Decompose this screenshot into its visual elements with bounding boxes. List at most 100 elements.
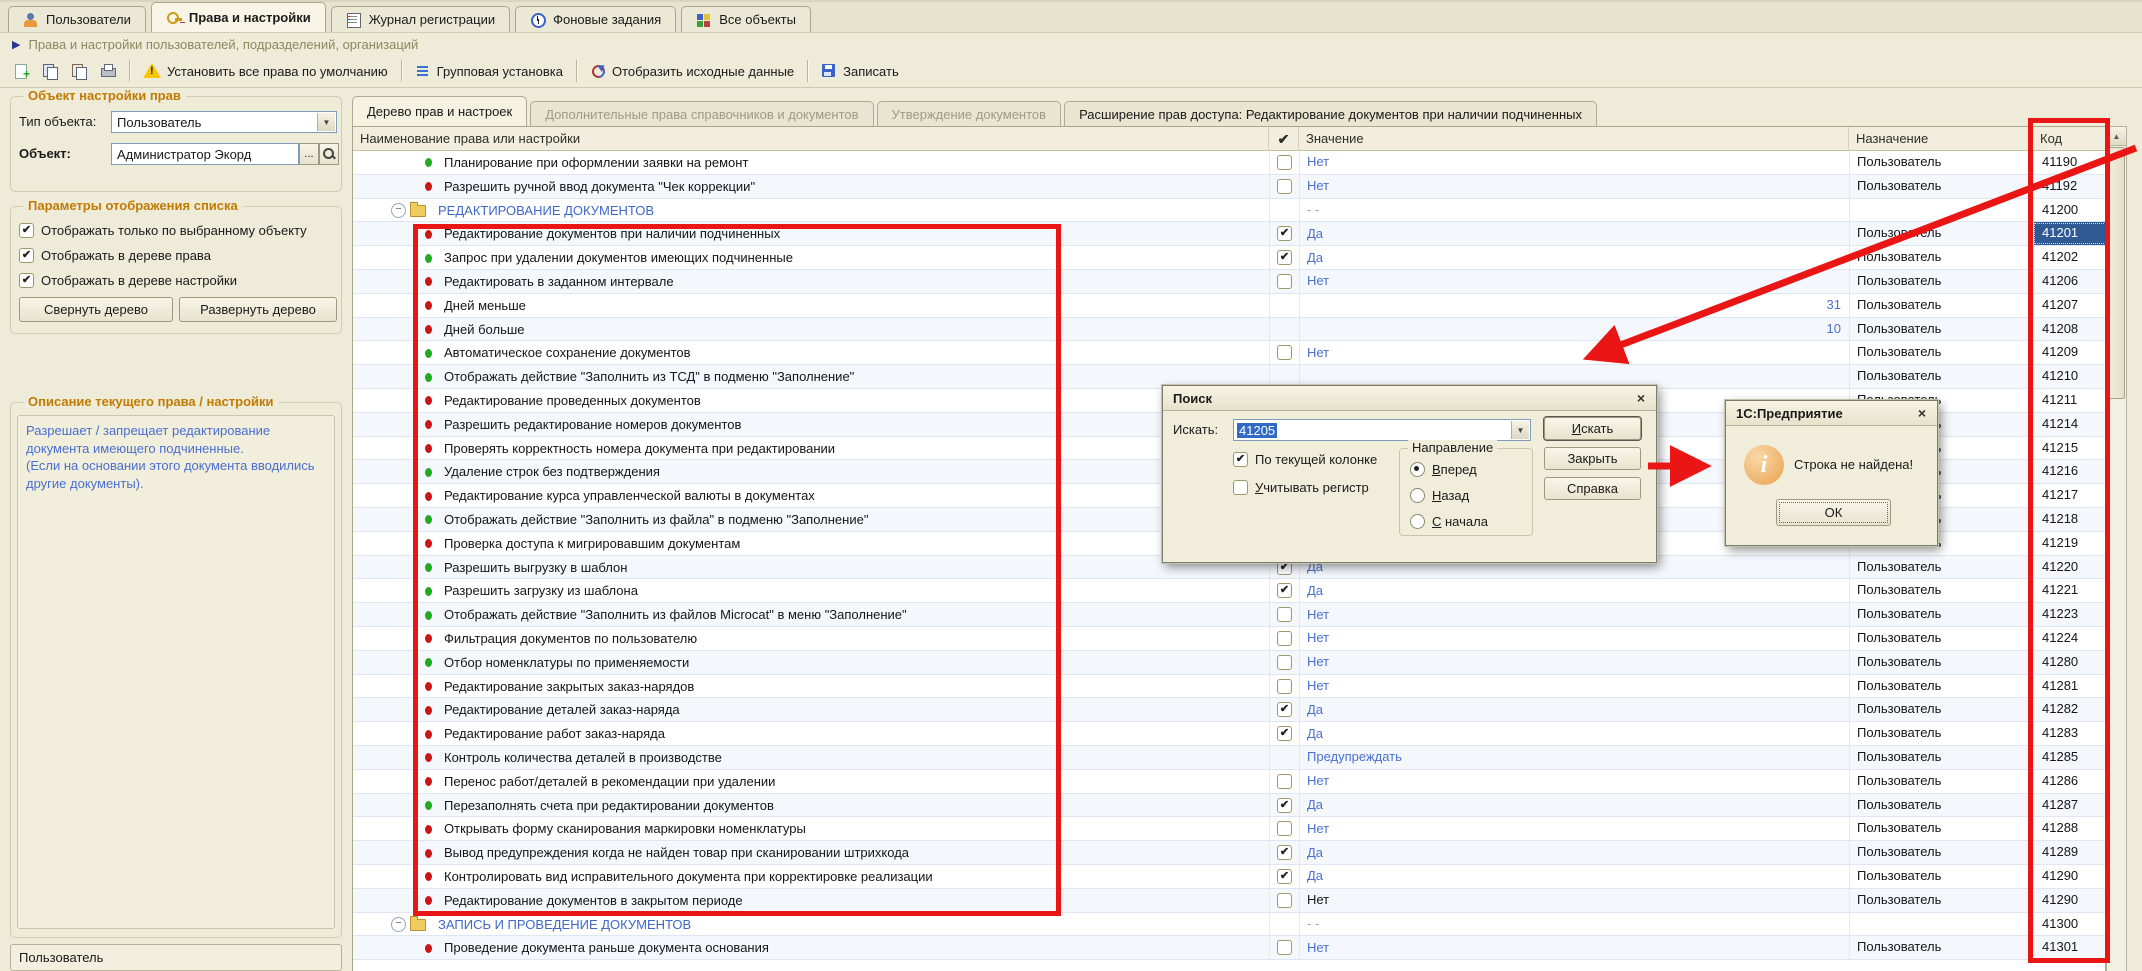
value-cell[interactable]: Да [1299, 698, 1849, 721]
right-name-cell[interactable]: Разрешить редактирование номеров докумен… [353, 413, 1269, 436]
tab-rights-settings[interactable]: Права и настройки [151, 2, 326, 32]
code-cell[interactable]: 41283 [2033, 722, 2106, 745]
table-row[interactable]: Редактирование закрытых заказ-нарядов Не… [353, 675, 2105, 699]
right-name-cell[interactable]: Планирование при оформлении заявки на ре… [353, 151, 1269, 174]
vertical-scrollbar[interactable]: ▲ [2106, 126, 2127, 971]
right-name-cell[interactable]: Удаление строк без подтверждения [353, 460, 1269, 483]
code-cell[interactable]: 41300 [2033, 913, 2106, 936]
value-cell[interactable]: Нет [1299, 936, 1849, 959]
value-cell[interactable]: Нет [1299, 341, 1849, 364]
table-row[interactable]: Дней больше 10 Пользователь 41208 [353, 318, 2105, 342]
code-cell[interactable]: 41219 [2033, 532, 2106, 555]
expand-tree-button[interactable]: Развернуть дерево [179, 297, 337, 322]
value-check-cell[interactable] [1269, 222, 1299, 245]
right-name-cell[interactable]: Проведение документа раньше документа ос… [353, 936, 1269, 959]
value-check-cell[interactable] [1269, 175, 1299, 198]
radio-icon[interactable] [1410, 462, 1425, 477]
code-cell[interactable]: 41223 [2033, 603, 2106, 626]
code-cell[interactable]: 41289 [2033, 841, 2106, 864]
right-name-cell[interactable]: Перенос работ/деталей в рекомендации при… [353, 770, 1269, 793]
new-row-button[interactable] [8, 58, 34, 84]
value-cell[interactable]: Нет [1299, 675, 1849, 698]
value-checkbox[interactable] [1277, 702, 1292, 717]
value-check-cell[interactable] [1269, 294, 1299, 317]
value-checkbox[interactable] [1277, 893, 1292, 908]
table-row[interactable]: Редактирование деталей заказ-наряда Да П… [353, 698, 2105, 722]
right-name-cell[interactable]: Отображать действие "Заполнить из файла"… [353, 508, 1269, 531]
table-row[interactable]: Проведение документа раньше документа ос… [353, 936, 2105, 960]
table-row[interactable]: Редактирование документов при наличии по… [353, 222, 2105, 246]
right-name-cell[interactable]: Перезаполнять счета при редактировании д… [353, 794, 1269, 817]
code-cell[interactable]: 41202 [2033, 246, 2106, 269]
value-checkbox[interactable] [1277, 679, 1292, 694]
value-cell[interactable]: Да [1299, 246, 1849, 269]
right-name-cell[interactable]: Редактирование курса управленческой валю… [353, 484, 1269, 507]
value-check-cell[interactable] [1269, 722, 1299, 745]
value-check-cell[interactable] [1269, 151, 1299, 174]
value-check-cell[interactable] [1269, 770, 1299, 793]
table-row[interactable]: Вывод предупреждения когда не найден тов… [353, 841, 2105, 865]
value-check-cell[interactable] [1269, 865, 1299, 888]
header-code[interactable]: Код [2033, 127, 2105, 151]
current-column-checkbox[interactable]: По текущей колонке [1233, 452, 1377, 467]
right-name-cell[interactable]: Разрешить выгрузку в шаблон [353, 556, 1269, 579]
print-button[interactable] [95, 58, 121, 84]
close-icon[interactable]: × [1913, 404, 1931, 422]
value-cell[interactable]: Да [1299, 794, 1849, 817]
value-check-cell[interactable] [1269, 746, 1299, 769]
code-cell[interactable]: 41288 [2033, 817, 2106, 840]
copy-settings-button[interactable] [37, 58, 63, 84]
value-check-cell[interactable] [1269, 270, 1299, 293]
value-cell[interactable]: Нет [1299, 889, 1849, 912]
right-name-cell[interactable]: Контролировать вид исправительного докум… [353, 865, 1269, 888]
code-cell[interactable]: 41206 [2033, 270, 2106, 293]
code-cell[interactable]: 41214 [2033, 413, 2106, 436]
value-checkbox[interactable] [1277, 226, 1292, 241]
right-name-cell[interactable]: Запрос при удалении документов имеющих п… [353, 246, 1269, 269]
radio-backward[interactable]: Назад [1410, 487, 1469, 503]
scrollbar-thumb[interactable] [2108, 147, 2125, 399]
object-ellipsis-button[interactable]: ... [299, 143, 319, 165]
value-checkbox[interactable] [1277, 726, 1292, 741]
tab-users[interactable]: Пользователи [8, 6, 146, 32]
value-cell[interactable]: Да [1299, 841, 1849, 864]
header-value[interactable]: Значение [1299, 127, 1849, 151]
header-assignment[interactable]: Назначение [1849, 127, 2033, 151]
code-cell[interactable]: 41220 [2033, 556, 2106, 579]
value-check-cell[interactable] [1269, 794, 1299, 817]
value-check-cell[interactable] [1269, 318, 1299, 341]
code-cell[interactable]: 41209 [2033, 341, 2106, 364]
right-name-cell[interactable]: Редактирование проведенных документов [353, 389, 1269, 412]
checkbox-icon[interactable] [1233, 452, 1248, 467]
code-cell[interactable]: 41215 [2033, 437, 2106, 460]
value-cell[interactable]: Нет [1299, 817, 1849, 840]
table-row[interactable]: Перезаполнять счета при редактировании д… [353, 794, 2105, 818]
radio-icon[interactable] [1410, 488, 1425, 503]
code-cell[interactable]: 41221 [2033, 579, 2106, 602]
scroll-up-icon[interactable]: ▲ [2107, 127, 2126, 146]
value-check-cell[interactable] [1269, 603, 1299, 626]
right-name-cell[interactable]: Дней больше [353, 318, 1269, 341]
copy-rights-button[interactable] [66, 58, 92, 84]
param-only-selected-object[interactable]: Отображать только по выбранному объекту [19, 221, 307, 239]
value-check-cell[interactable] [1269, 627, 1299, 650]
value-checkbox[interactable] [1277, 345, 1292, 360]
collapse-icon[interactable] [391, 917, 406, 932]
table-row[interactable]: Редактировать в заданном интервале Нет П… [353, 270, 2105, 294]
code-cell[interactable]: 41216 [2033, 460, 2106, 483]
right-name-cell[interactable]: Вывод предупреждения когда не найден тов… [353, 841, 1269, 864]
code-cell[interactable]: 41201 [2033, 222, 2106, 245]
value-cell[interactable]: Нет [1299, 151, 1849, 174]
value-check-cell[interactable] [1269, 199, 1299, 222]
collapse-tree-button[interactable]: Свернуть дерево [19, 297, 173, 322]
checkbox-icon[interactable] [19, 248, 34, 263]
tab-additional-rights[interactable]: Дополнительные права справочников и доку… [530, 101, 873, 126]
tab-background-jobs[interactable]: Фоновые задания [515, 6, 676, 32]
code-cell[interactable]: 41282 [2033, 698, 2106, 721]
tab-rights-tree[interactable]: Дерево прав и настроек [352, 96, 527, 126]
value-check-cell[interactable] [1269, 841, 1299, 864]
right-name-cell[interactable]: Редактирование работ заказ-наряда [353, 722, 1269, 745]
value-checkbox[interactable] [1277, 607, 1292, 622]
code-cell[interactable]: 41224 [2033, 627, 2106, 650]
table-row[interactable]: Редактирование работ заказ-наряда Да Пол… [353, 722, 2105, 746]
